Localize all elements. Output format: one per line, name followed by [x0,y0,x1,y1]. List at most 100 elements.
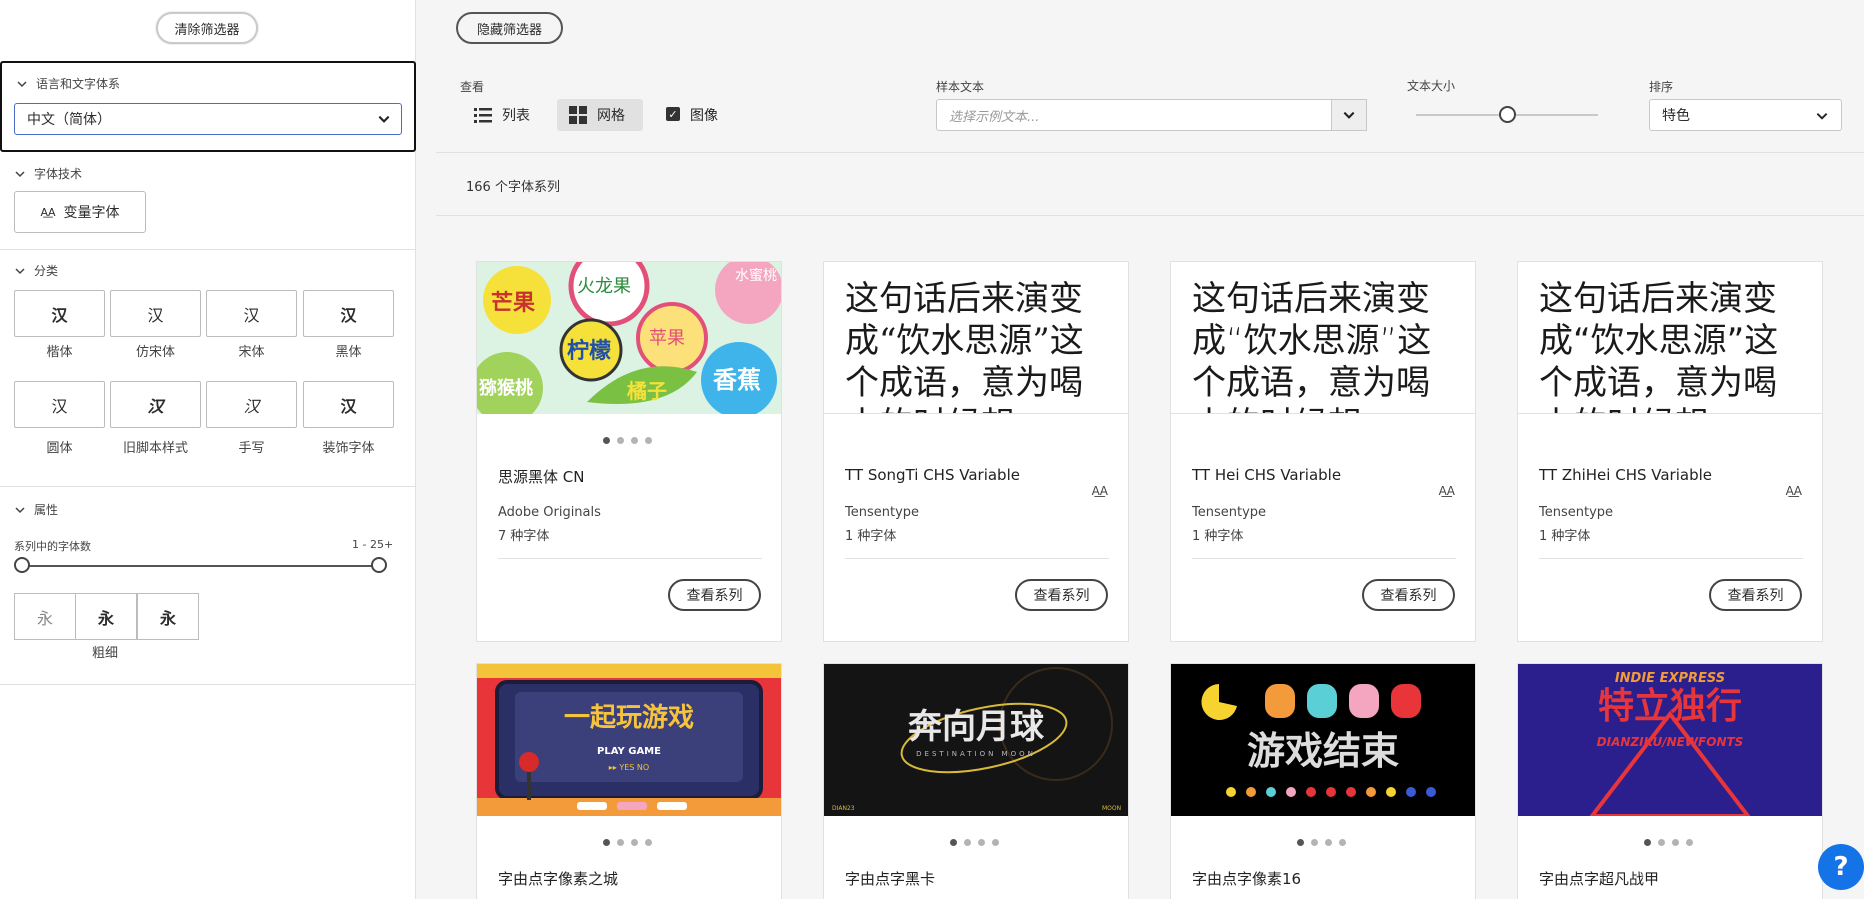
classification-old-script-tile[interactable]: 汉 [110,381,201,428]
text-size-label: 文本大小 [1407,79,1456,93]
font-card[interactable]: 游戏结束 字由点字像素16 [1170,663,1476,899]
help-button[interactable]: ? [1818,844,1864,890]
carousel-dot[interactable] [645,839,652,846]
font-family-name[interactable]: 字由点字黑卡 [845,868,935,889]
view-family-button[interactable]: 查看系列 [1015,579,1108,611]
classification-label: 装饰字体 [322,441,375,456]
classification-glyph: 汉 [147,305,164,325]
foundry-name[interactable]: Tensentype [1539,505,1613,520]
classification-heiti-tile[interactable]: 汉 [303,290,394,337]
weight-glyph: 永 [36,608,53,628]
font-family-name[interactable]: TT Hei CHS Variable [1192,466,1341,484]
classification-fangsong-tile[interactable]: 汉 [110,290,201,337]
carousel-dot[interactable] [1686,839,1693,846]
list-view-button[interactable]: 列表 [462,99,542,131]
chevron-down-icon [17,80,27,87]
sample-text-input[interactable]: 选择示例文本... [936,99,1332,131]
hide-filters-button[interactable]: 隐藏筛选器 [456,12,563,44]
view-family-button[interactable]: 查看系列 [668,579,761,611]
preview-text: 水蜜桃 [735,268,777,284]
font-card[interactable]: 这句话后来演变成“饮水思源”这个成语，意为喝水的时候想 TT Hei CHS V… [1170,261,1476,642]
language-select[interactable]: 中文（简体） [14,103,402,135]
classification-glyph: 汉 [340,305,357,325]
font-card[interactable]: 这句话后来演变成“饮水思源”这个成语，意为喝水的时候想 TT SongTi CH… [823,261,1129,642]
font-card[interactable]: 奔向月球 DESTINATION MOON DIAN23 MOON 字由点字黑卡 [823,663,1129,899]
clear-filters-button[interactable]: 清除筛选器 [156,12,258,44]
carousel-dot[interactable] [1644,839,1651,846]
carousel-dots [1644,839,1693,846]
carousel-dots [950,839,999,846]
font-family-name[interactable]: 字由点字像素16 [1192,868,1301,889]
language-heading[interactable]: 语言和文字体系 [16,75,120,92]
classification-heading[interactable]: 分类 [14,262,58,279]
divider [498,558,762,559]
foundry-name[interactable]: Adobe Originals [498,505,601,520]
classification-handwritten-tile[interactable]: 汉 [206,381,297,428]
moon-preview-art: 奔向月球 DESTINATION MOON DIAN23 MOON [824,664,1128,816]
font-family-name[interactable]: 字由点字像素之城 [498,868,618,889]
classification-label: 宋体 [238,345,265,360]
properties-heading[interactable]: 属性 [14,501,58,518]
font-count-min-handle[interactable] [14,557,30,573]
font-sample-preview: 这句话后来演变成“饮水思源”这个成语，意为喝水的时候想 [824,262,1128,414]
sample-text: 这句话后来演变成“饮水思源”这个成语，意为喝水的时候想 [1539,279,1779,413]
variable-fonts-button[interactable]: A͟A 变量字体 [14,191,146,233]
font-card[interactable]: 一起玩游戏 PLAY GAME ▸▸ YES NO 字由点字像素之城 [476,663,782,899]
classification-songti-tile[interactable]: 汉 [206,290,297,337]
carousel-dot[interactable] [631,437,638,444]
font-family-name[interactable]: TT SongTi CHS Variable [845,466,1020,484]
divider [436,152,1864,153]
preview-text: 一起玩游戏 [564,703,694,733]
weight-bold-tile[interactable]: 永 [137,593,199,640]
images-checkbox[interactable]: ✓ [666,107,680,121]
foundry-name[interactable]: Tensentype [845,505,919,520]
sample-text-dropdown-button[interactable] [1331,99,1367,131]
text-size-slider[interactable] [1499,106,1516,123]
carousel-dot[interactable] [617,839,624,846]
chevron-down-icon [15,506,25,513]
carousel-dot[interactable] [645,437,652,444]
fruit-preview-art: 芒果 火龙果 水蜜桃 柠檬 苹果 猕猴桃 橘子 香蕉 [477,262,781,414]
font-family-name[interactable]: 思源黑体 CN [498,466,584,487]
view-family-button[interactable]: 查看系列 [1709,579,1802,611]
grid-view-button[interactable]: 网格 [557,99,643,131]
font-family-name[interactable]: TT ZhiHei CHS Variable [1539,466,1712,484]
carousel-dot[interactable] [1339,839,1346,846]
carousel-dot[interactable] [1311,839,1318,846]
carousel-dot[interactable] [978,839,985,846]
classification-glyph: 汉 [340,396,357,416]
preview-text: 柠檬 [567,338,611,364]
font-preview-image: 芒果 火龙果 水蜜桃 柠檬 苹果 猕猴桃 橘子 香蕉 [477,262,781,414]
font-family-name[interactable]: 字由点字超凡战甲 [1539,868,1659,889]
variable-fonts-label: 变量字体 [63,205,120,221]
carousel-dot[interactable] [992,839,999,846]
divider [436,215,1864,216]
classification-glyph: 汉 [243,305,260,325]
sort-select[interactable]: 特色 [1649,99,1842,131]
classification-kaiti-tile[interactable]: 汉 [14,290,105,337]
font-count-max-handle[interactable] [371,557,387,573]
classification-decorative-tile[interactable]: 汉 [303,381,394,428]
carousel-dot[interactable] [617,437,624,444]
carousel-dot[interactable] [603,839,610,846]
font-count: 7 种字体 [498,529,550,544]
font-card[interactable]: 这句话后来演变成“饮水思源”这个成语，意为喝水的时候想 TT ZhiHei CH… [1517,261,1823,642]
weight-light-tile[interactable]: 永 [14,593,76,640]
font-card[interactable]: INDIE EXPRESS 特立独行 DIANZIKU/NEWFONTS 字由点… [1517,663,1823,899]
carousel-dot[interactable] [1672,839,1679,846]
view-family-button[interactable]: 查看系列 [1362,579,1455,611]
foundry-name[interactable]: Tensentype [1192,505,1266,520]
font-count-label: 系列中的字体数 [14,540,91,553]
carousel-dots [603,839,652,846]
carousel-dot[interactable] [1325,839,1332,846]
carousel-dot[interactable] [1297,839,1304,846]
carousel-dot[interactable] [603,437,610,444]
technology-heading[interactable]: 字体技术 [14,165,82,182]
carousel-dot[interactable] [1658,839,1665,846]
classification-yuanti-tile[interactable]: 汉 [14,381,105,428]
weight-regular-tile[interactable]: 永 [75,593,137,640]
font-card[interactable]: 芒果 火龙果 水蜜桃 柠檬 苹果 猕猴桃 橘子 香蕉 思源黑体 CN Adobe… [476,261,782,642]
carousel-dot[interactable] [964,839,971,846]
carousel-dot[interactable] [950,839,957,846]
carousel-dot[interactable] [631,839,638,846]
